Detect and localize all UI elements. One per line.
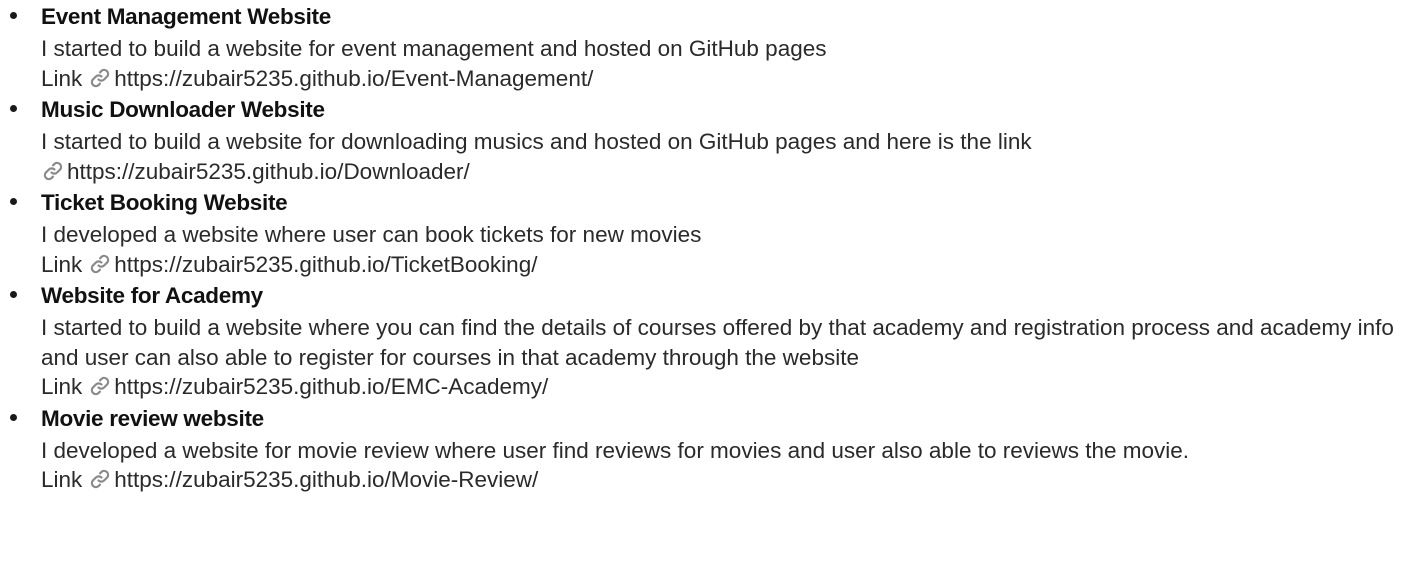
link-label: Link [41,374,83,399]
project-url-link[interactable]: https://zubair5235.github.io/Downloader/ [67,159,470,184]
project-link-line: Link https://zubair5235.github.io/Event-M… [41,64,1414,94]
link-icon [91,68,110,87]
project-url-link[interactable]: https://zubair5235.github.io/TicketBooki… [114,252,537,277]
project-item-ticket-booking: Ticket Booking Website I developed a web… [0,187,1414,279]
project-url-link[interactable]: https://zubair5235.github.io/Event-Manag… [114,66,593,91]
project-link-line: https://zubair5235.github.io/Downloader/ [41,157,1414,187]
project-item-academy: Website for Academy I started to build a… [0,280,1414,402]
project-url-link[interactable]: https://zubair5235.github.io/EMC-Academy… [114,374,548,399]
link-icon [91,254,110,273]
project-description: I developed a website for movie review w… [41,437,1190,463]
project-url-link[interactable]: https://zubair5235.github.io/Movie-Revie… [114,467,538,492]
project-title: Event Management Website [41,4,331,29]
list-bullet [10,413,17,421]
list-bullet [10,198,17,205]
link-label: Link [41,467,83,492]
project-item-movie-review: Movie review website I developed a websi… [0,403,1414,495]
link-icon [91,376,110,396]
project-link-line: Link https://zubair5235.github.io/TicketB… [41,250,1414,280]
link-label: Link [41,65,83,91]
link-icon [43,161,63,180]
project-title: Movie review website [41,405,264,431]
list-bullet [10,291,17,298]
list-bullet [10,105,17,112]
project-title: Ticket Booking Website [41,190,288,215]
link-label: Link [41,251,83,277]
project-list: Event Management Website I started to bu… [0,0,1414,495]
list-bullet [10,12,17,19]
project-link-line: Link https://zubair5235.github.io/Movie-R… [41,465,1414,495]
project-description: I developed a website where user can boo… [41,222,702,247]
project-item-event-management: Event Management Website I started to bu… [0,1,1414,93]
project-link-line: Link https://zubair5235.github.io/EMC-Aca… [41,372,1414,402]
project-description: I started to build a website for event m… [41,36,827,61]
project-description: I started to build a website where you c… [41,315,1394,370]
link-icon [91,469,110,489]
project-title: Music Downloader Website [41,97,325,122]
project-item-music-downloader: Music Downloader Website I started to bu… [0,94,1414,186]
project-description: I started to build a website for downloa… [41,129,1032,154]
project-title: Website for Academy [41,283,263,308]
